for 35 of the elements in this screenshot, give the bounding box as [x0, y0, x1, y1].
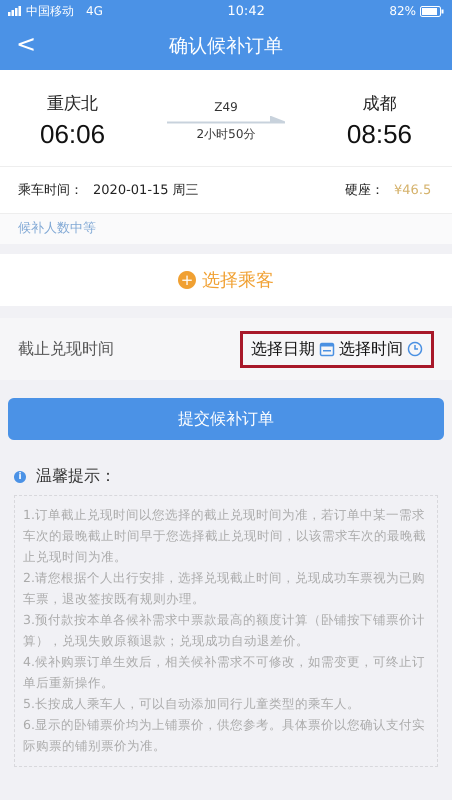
network-type: 4G	[86, 4, 103, 18]
ride-date: 2020-01-15 周三	[93, 182, 199, 199]
battery-percent: 82%	[389, 4, 416, 18]
tips-title: 温馨提示：	[36, 466, 116, 487]
info-icon: i	[14, 470, 26, 482]
departure-time: 06:06	[40, 119, 106, 150]
calendar-icon	[319, 341, 335, 357]
back-button[interactable]: <	[10, 30, 42, 58]
tip-text: 5.长按成人乘车人，可以自动添加同行儿童类型的乘车人。	[23, 695, 361, 713]
deadline-label: 截止兑现时间	[18, 338, 114, 360]
date-picker-button[interactable]: 选择日期	[251, 338, 335, 360]
clock-icon	[407, 341, 423, 357]
seat-label: 硬座：	[345, 182, 384, 199]
clock-time: 10:42	[227, 4, 265, 18]
ride-date-label: 乘车时间：	[18, 182, 83, 199]
tip-text: 1.订单截止兑现时间以您选择的截止兑现时间为准，若订单中某一需求车次的最晚截止时间早于您选择截止兑现时间，以该需求车次的最晚截止兑现时间为准。	[23, 506, 427, 566]
arrival-time: 08:56	[346, 119, 412, 150]
arrival-station: 成都	[362, 93, 396, 115]
tip-text: 3.预付款按本单各候补需求中票款最高的额度计算（卧铺按下铺票价计算），兑现失败原额退款；兑现成功自动退差价。	[23, 611, 426, 650]
train-number: Z49	[214, 100, 238, 114]
submit-order-button[interactable]: 提交候补订单	[8, 398, 444, 440]
carrier-name: 中国移动	[26, 2, 74, 20]
tip-text: 4.候补购票订单生效后，相关候补需求不可修改，如需变更，可终止订单后重新操作。	[23, 653, 426, 692]
signal-icon	[8, 6, 22, 16]
time-picker-button[interactable]: 选择时间	[339, 338, 423, 360]
arrow-icon	[167, 116, 285, 124]
ticket-price: ¥46.5	[394, 182, 432, 198]
page-title: 确认候补订单	[169, 34, 283, 59]
select-passenger-button[interactable]: + 选择乘客	[0, 254, 452, 306]
tip-text: 6.显示的卧铺票价均为上铺票价，供您参考。具体票价以您确认支付实际购票的铺别票价为准。	[23, 716, 426, 755]
tip-text: 2.请您根据个人出行安排，选择兑现截止时间，兑现成功车票视为已购车票，退改签按既有规则办理。	[23, 569, 426, 608]
queue-note: 候补人数中等	[18, 221, 96, 236]
departure-station: 重庆北	[47, 93, 98, 115]
battery-icon	[420, 6, 444, 16]
travel-duration: 2小时50分	[196, 126, 256, 142]
